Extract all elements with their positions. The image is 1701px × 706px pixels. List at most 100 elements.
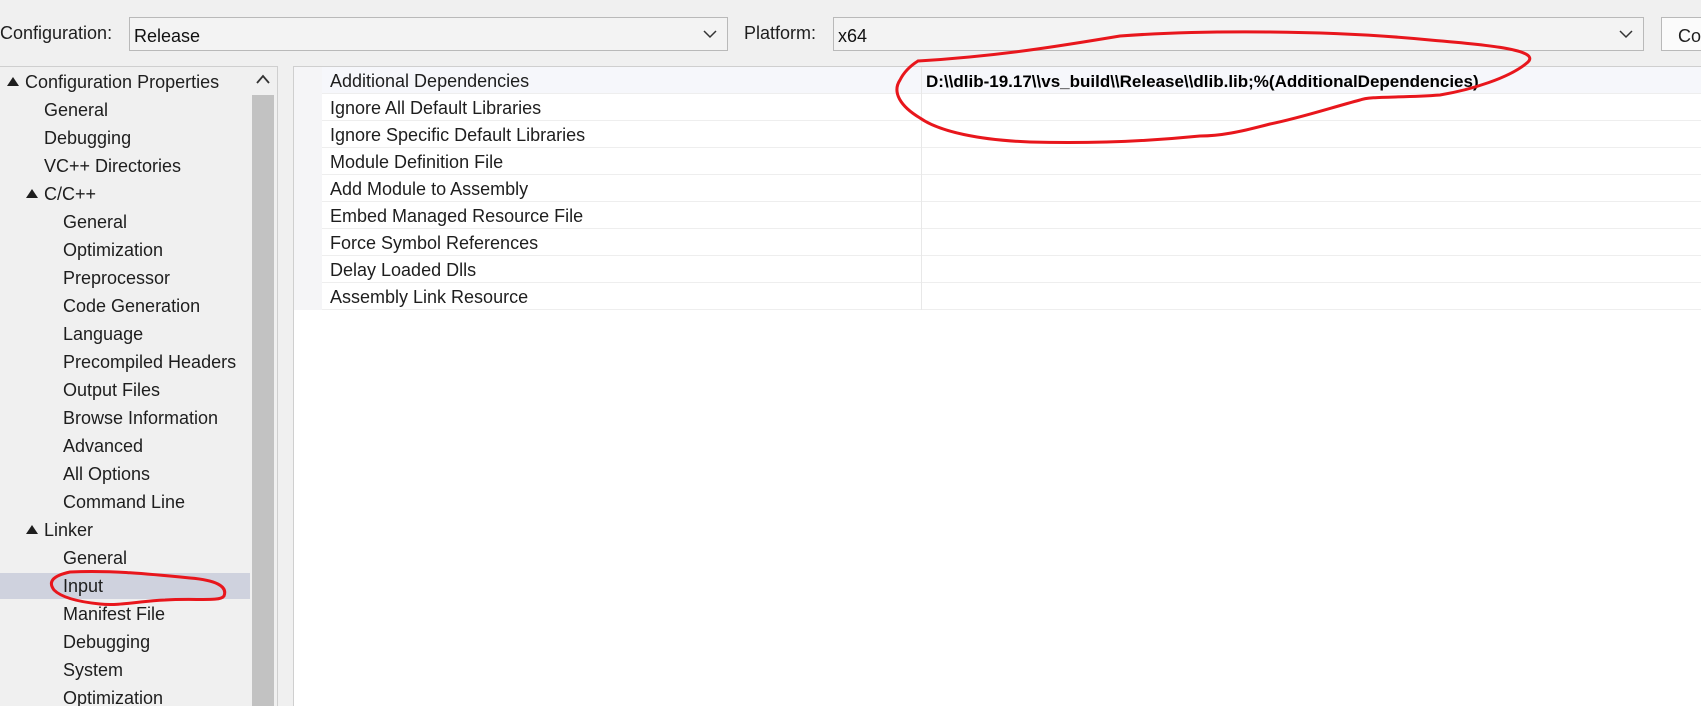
column-divider xyxy=(921,256,922,283)
tree-item-linker-general[interactable]: General xyxy=(0,545,250,571)
property-row-add-module-to-assembly[interactable]: Add Module to Assembly xyxy=(294,175,1701,202)
configuration-value: Release xyxy=(134,26,201,46)
property-row-assembly-link-resource[interactable]: Assembly Link Resource xyxy=(294,283,1701,310)
expanded-arrow-icon[interactable] xyxy=(26,525,38,534)
property-value[interactable]: D:\\dlib-19.17\\vs_build\\Release\\dlib.… xyxy=(926,71,1479,93)
tree-item-general[interactable]: General xyxy=(0,97,250,123)
tree-item-linker-optimization[interactable]: Optimization xyxy=(0,685,250,706)
platform-dropdown[interactable]: x64 xyxy=(833,17,1644,51)
tree-item-c-cpp[interactable]: C/C++ xyxy=(0,181,250,207)
tree-item-label: C/C++ xyxy=(44,184,97,204)
tree-item-system[interactable]: System xyxy=(0,657,250,683)
tree-item-command-line[interactable]: Command Line xyxy=(0,489,250,515)
expanded-arrow-icon[interactable] xyxy=(7,77,19,86)
scrollbar-thumb[interactable] xyxy=(252,95,274,706)
row-gutter xyxy=(294,283,322,310)
tree-item-manifest-file[interactable]: Manifest File xyxy=(0,601,250,627)
tree-item-label: Debugging xyxy=(44,128,132,148)
tree-item-label: Manifest File xyxy=(63,604,166,624)
row-gutter xyxy=(294,121,322,148)
tree-scrollbar[interactable] xyxy=(250,67,276,706)
expanded-arrow-icon[interactable] xyxy=(26,189,38,198)
tree-item-language[interactable]: Language xyxy=(0,321,250,347)
row-gutter xyxy=(294,94,322,121)
column-divider xyxy=(921,283,922,310)
column-divider xyxy=(921,202,922,229)
tree-item-all-options[interactable]: All Options xyxy=(0,461,250,487)
tree-item-label: General xyxy=(63,548,128,568)
tree-item-label: Optimization xyxy=(63,688,164,706)
tree-item-label: Debugging xyxy=(63,632,151,652)
row-gutter xyxy=(294,256,322,283)
property-row-embed-managed-resource-file[interactable]: Embed Managed Resource File xyxy=(294,202,1701,229)
property-name: Ignore All Default Libraries xyxy=(330,98,542,118)
tree-item-output-files[interactable]: Output Files xyxy=(0,377,250,403)
row-gutter xyxy=(294,202,322,229)
tree-item-label: Optimization xyxy=(63,240,164,260)
tree-item-debugging[interactable]: Debugging xyxy=(0,125,250,151)
property-grid: Additional Dependencies D:\\dlib-19.17\\… xyxy=(293,66,1701,706)
column-divider xyxy=(921,67,922,94)
tree-item-label: Code Generation xyxy=(63,296,201,316)
chevron-up-icon[interactable] xyxy=(255,73,271,85)
tree-item-label: All Options xyxy=(63,464,151,484)
tree-item-label: Precompiled Headers xyxy=(63,352,237,372)
column-divider xyxy=(921,94,922,121)
tree-item-label: Browse Information xyxy=(63,408,219,428)
tree-item-label: Output Files xyxy=(63,380,161,400)
tree-item-c-cpp-general[interactable]: General xyxy=(0,209,250,235)
tree-item-label: Linker xyxy=(44,520,94,540)
column-divider xyxy=(921,148,922,175)
tree-item-linker[interactable]: Linker xyxy=(0,517,250,543)
row-gutter xyxy=(294,67,322,94)
property-name: Embed Managed Resource File xyxy=(330,206,584,226)
configuration-manager-button[interactable]: Co xyxy=(1661,17,1701,51)
tree-item-label: VC++ Directories xyxy=(44,156,182,176)
tree-item-linker-input[interactable]: Input xyxy=(0,573,250,599)
tree-item-preprocessor[interactable]: Preprocessor xyxy=(0,265,250,291)
property-name: Delay Loaded Dlls xyxy=(330,260,477,280)
tree-item-label: Advanced xyxy=(63,436,144,456)
platform-label: Platform: xyxy=(744,23,817,43)
tree-item-label: Input xyxy=(63,576,104,596)
property-row-force-symbol-references[interactable]: Force Symbol References xyxy=(294,229,1701,256)
configuration-dropdown[interactable]: Release xyxy=(129,17,728,51)
row-gutter xyxy=(294,175,322,202)
property-row-module-definition-file[interactable]: Module Definition File xyxy=(294,148,1701,175)
tree-item-advanced[interactable]: Advanced xyxy=(0,433,250,459)
tree-item-label: General xyxy=(63,212,128,232)
tree-item-label: Configuration Properties xyxy=(25,72,220,92)
tree-item-linker-debugging[interactable]: Debugging xyxy=(0,629,250,655)
tree-item-vc-directories[interactable]: VC++ Directories xyxy=(0,153,250,179)
property-row-delay-loaded-dlls[interactable]: Delay Loaded Dlls xyxy=(294,256,1701,283)
chevron-down-icon xyxy=(1619,30,1633,39)
property-name: Additional Dependencies xyxy=(330,71,530,91)
tree-item-precompiled-headers[interactable]: Precompiled Headers xyxy=(0,349,250,375)
property-row-additional-dependencies[interactable]: Additional Dependencies D:\\dlib-19.17\\… xyxy=(294,67,1701,94)
tree-item-label: Preprocessor xyxy=(63,268,171,288)
tree-item-c-cpp-optimization[interactable]: Optimization xyxy=(0,237,250,263)
column-divider xyxy=(921,121,922,148)
tree-item-code-generation[interactable]: Code Generation xyxy=(0,293,250,319)
column-divider xyxy=(921,175,922,202)
property-row-ignore-specific-default-libraries[interactable]: Ignore Specific Default Libraries xyxy=(294,121,1701,148)
tree-item-label: Language xyxy=(63,324,144,344)
tree-item-browse-information[interactable]: Browse Information xyxy=(0,405,250,431)
configuration-manager-button-label: Co xyxy=(1678,26,1701,46)
tree-item-label: General xyxy=(44,100,109,120)
property-name: Add Module to Assembly xyxy=(330,179,529,199)
column-divider xyxy=(921,229,922,256)
chevron-down-icon xyxy=(703,30,717,39)
tree-item-label: System xyxy=(63,660,124,680)
platform-value: x64 xyxy=(838,26,868,46)
row-gutter xyxy=(294,148,322,175)
property-row-ignore-all-default-libraries[interactable]: Ignore All Default Libraries xyxy=(294,94,1701,121)
configuration-label: Configuration: xyxy=(0,23,113,43)
property-name: Ignore Specific Default Libraries xyxy=(330,125,586,145)
property-name: Module Definition File xyxy=(330,152,504,172)
tree-item-configuration-properties[interactable]: Configuration Properties xyxy=(0,69,250,95)
property-name: Assembly Link Resource xyxy=(330,287,529,307)
tree-item-label: Command Line xyxy=(63,492,186,512)
row-gutter xyxy=(294,229,322,256)
configuration-toolbar: Configuration: Release Platform: x64 Co xyxy=(0,0,1701,62)
